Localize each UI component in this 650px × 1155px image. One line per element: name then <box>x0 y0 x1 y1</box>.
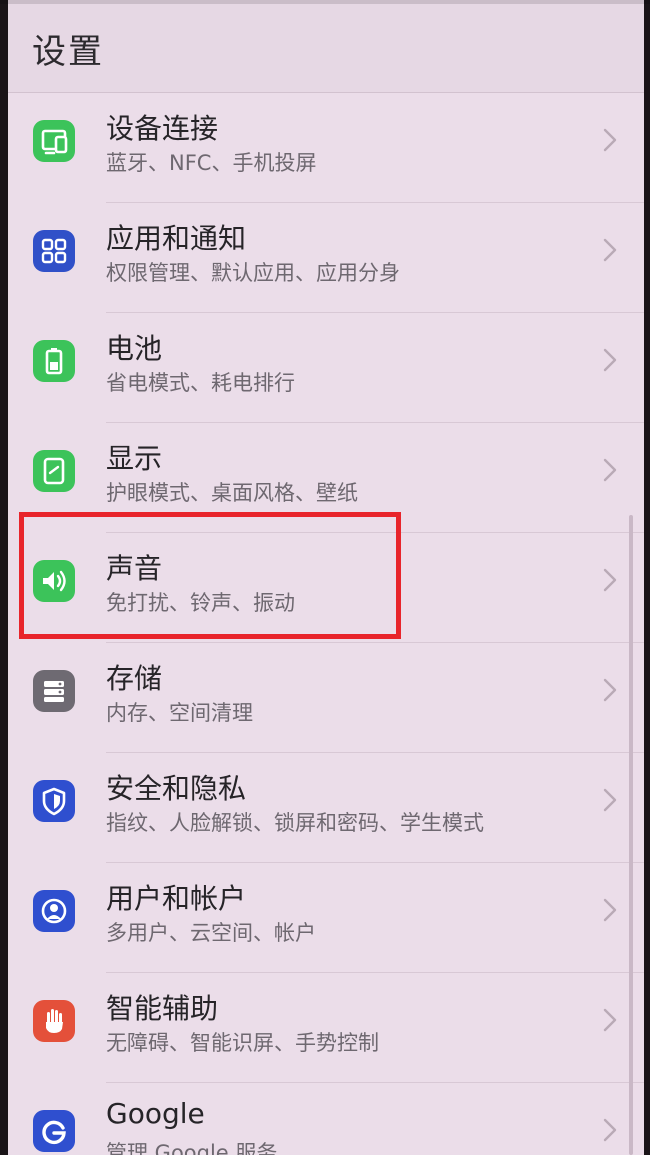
item-title: 电池 <box>106 332 163 365</box>
item-title: 安全和隐私 <box>106 772 247 805</box>
item-title: 存储 <box>106 662 163 695</box>
item-subtitle: 多用户、云空间、帐户 <box>106 921 316 945</box>
chevron-right-icon <box>602 567 618 593</box>
apps-grid-icon <box>33 230 75 272</box>
screen-edge <box>0 0 650 4</box>
chevron-right-icon <box>602 677 618 703</box>
settings-item-google[interactable]: Google 管理 Google 服务 <box>8 1083 644 1155</box>
battery-icon <box>33 340 75 382</box>
chevron-right-icon <box>602 237 618 263</box>
settings-item-storage[interactable]: 存储 内存、空间清理 <box>8 643 644 753</box>
item-subtitle: 无障碍、智能识屏、手势控制 <box>106 1031 379 1055</box>
hand-icon <box>33 1000 75 1042</box>
item-title: 应用和通知 <box>106 222 247 255</box>
item-title: 智能辅助 <box>106 992 219 1025</box>
item-subtitle: 管理 Google 服务 <box>106 1141 278 1155</box>
settings-item-security-privacy[interactable]: 安全和隐私 指纹、人脸解锁、锁屏和密码、学生模式 <box>8 753 644 863</box>
item-subtitle: 省电模式、耗电排行 <box>106 371 295 395</box>
app-header: 设置 <box>8 0 644 92</box>
settings-item-apps-notifications[interactable]: 应用和通知 权限管理、默认应用、应用分身 <box>8 203 644 313</box>
settings-item-battery[interactable]: 电池 省电模式、耗电排行 <box>8 313 644 423</box>
settings-item-users-accounts[interactable]: 用户和帐户 多用户、云空间、帐户 <box>8 863 644 973</box>
item-subtitle: 护眼模式、桌面风格、壁纸 <box>106 481 358 505</box>
settings-item-smart-assistance[interactable]: 智能辅助 无障碍、智能识屏、手势控制 <box>8 973 644 1083</box>
device-connection-icon <box>33 120 75 162</box>
chevron-right-icon <box>602 787 618 813</box>
chevron-right-icon <box>602 127 618 153</box>
shield-icon <box>33 780 75 822</box>
chevron-right-icon <box>602 457 618 483</box>
chevron-right-icon <box>602 897 618 923</box>
item-title: Google <box>106 1097 205 1130</box>
chevron-right-icon <box>602 1007 618 1033</box>
item-title: 显示 <box>106 442 163 475</box>
chevron-right-icon <box>602 1117 618 1143</box>
item-subtitle: 蓝牙、NFC、手机投屏 <box>106 151 317 175</box>
chevron-right-icon <box>602 347 618 373</box>
item-title: 用户和帐户 <box>106 882 247 915</box>
item-subtitle: 内存、空间清理 <box>106 701 253 725</box>
item-subtitle: 权限管理、默认应用、应用分身 <box>106 261 400 285</box>
display-icon <box>33 450 75 492</box>
page-title: 设置 <box>32 32 104 72</box>
user-account-icon <box>33 890 75 932</box>
highlight-box <box>19 512 401 639</box>
storage-icon <box>33 670 75 712</box>
google-icon <box>33 1110 75 1152</box>
scrollbar[interactable] <box>629 515 633 1155</box>
settings-item-device-connection[interactable]: 设备连接 蓝牙、NFC、手机投屏 <box>8 93 644 203</box>
item-subtitle: 指纹、人脸解锁、锁屏和密码、学生模式 <box>106 811 484 835</box>
item-title: 设备连接 <box>106 112 219 145</box>
